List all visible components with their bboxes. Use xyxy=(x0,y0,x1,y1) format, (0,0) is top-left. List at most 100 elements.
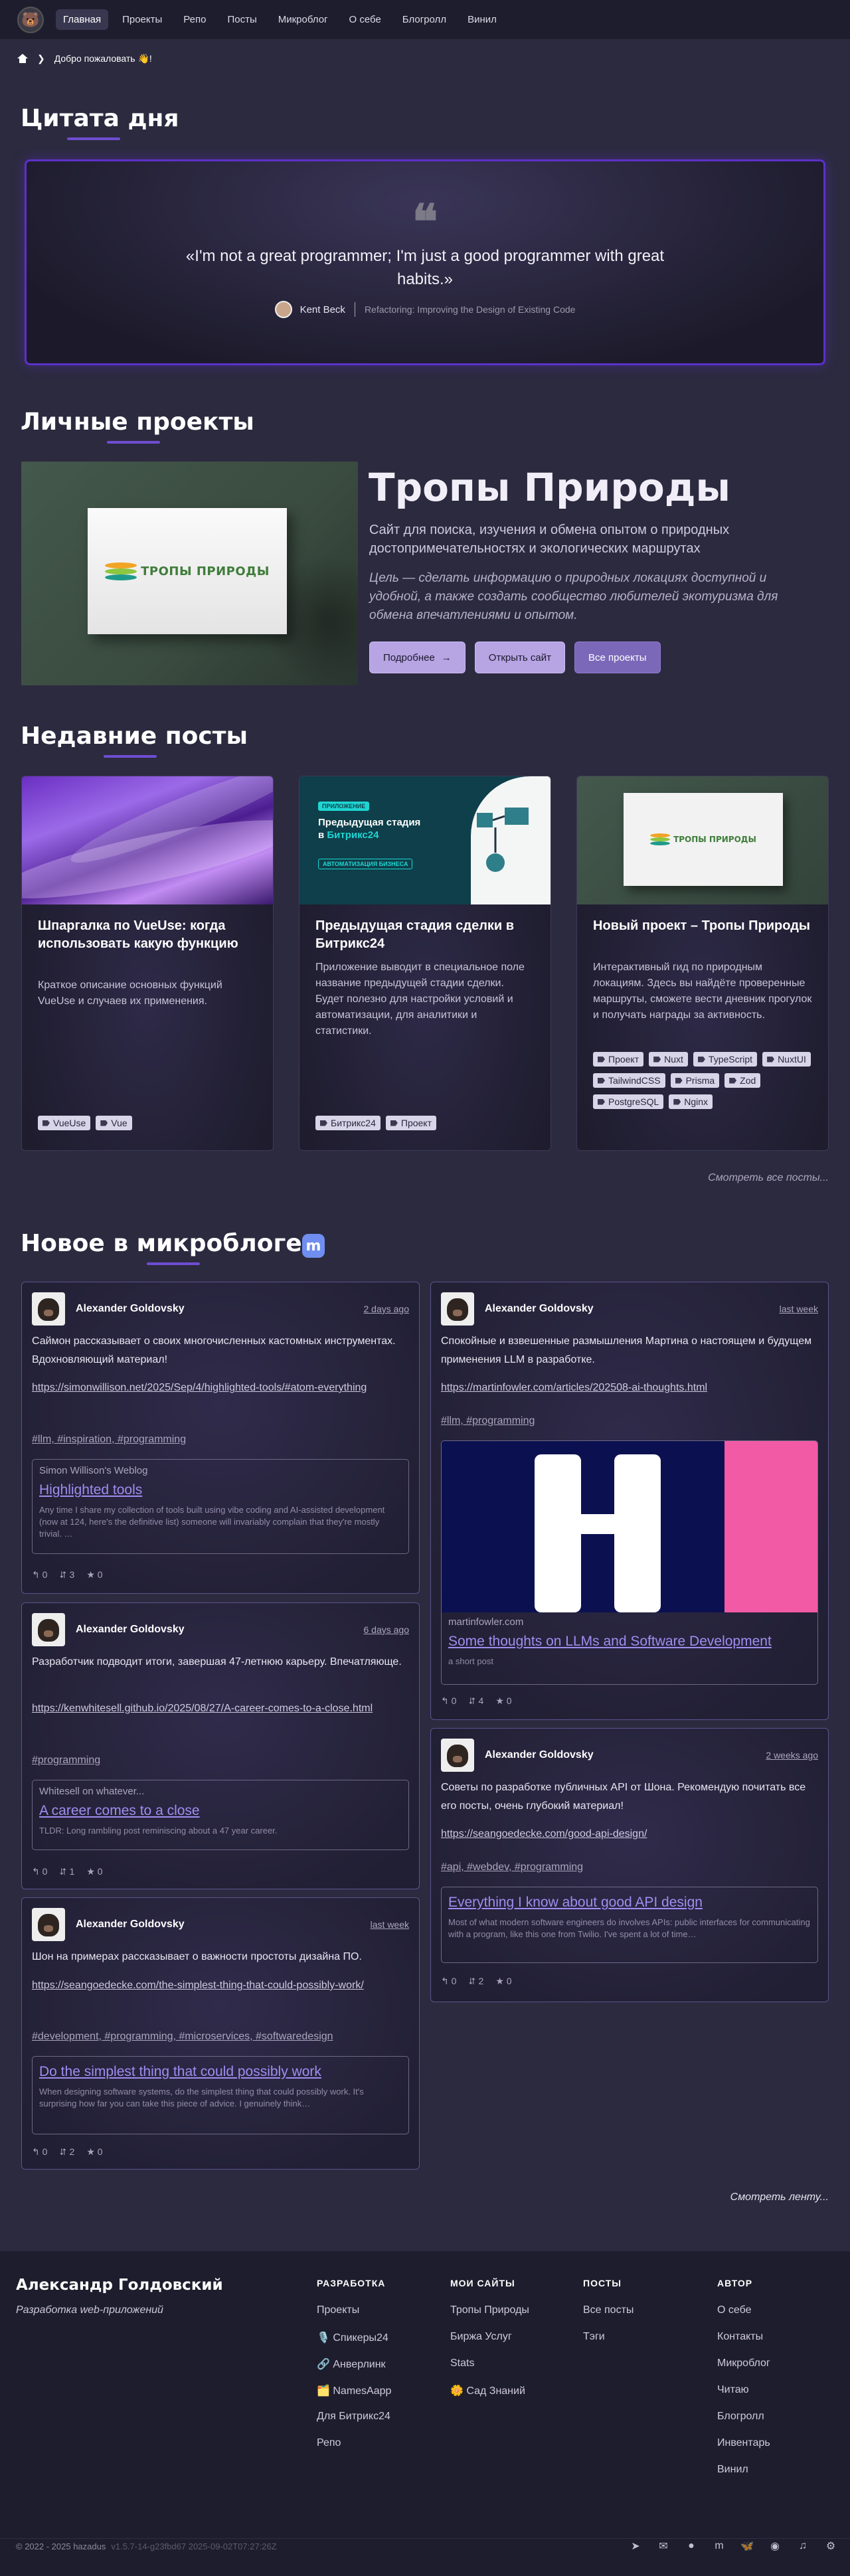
toot-link[interactable]: https://seangoedecke.com/good-api-design… xyxy=(441,1825,818,1844)
footer-link[interactable]: Блогролл xyxy=(717,2411,770,2437)
link-preview-card[interactable]: Simon Willison's Weblog Highlighted tool… xyxy=(32,1459,409,1554)
star-icon[interactable]: ★ 0 xyxy=(495,1695,511,1707)
avatar[interactable] xyxy=(32,1613,65,1646)
star-icon[interactable]: ★ 0 xyxy=(86,2146,102,2158)
avatar[interactable] xyxy=(32,1908,65,1941)
avatar[interactable] xyxy=(441,1739,474,1772)
preview-title[interactable]: Everything I know about good API design xyxy=(448,1894,811,1911)
toot-date[interactable]: 6 days ago xyxy=(364,1624,410,1635)
nav-item-about[interactable]: О себе xyxy=(342,9,388,30)
nav-item-projects[interactable]: Проекты xyxy=(115,9,169,30)
link-preview-card[interactable]: martinfowler.com Some thoughts on LLMs a… xyxy=(441,1440,818,1685)
preview-title[interactable]: Highlighted tools xyxy=(39,1482,402,1499)
tag[interactable]: TailwindCSS xyxy=(593,1073,665,1088)
tag[interactable]: NuxtUI xyxy=(762,1052,811,1067)
nav-item-home[interactable]: Главная xyxy=(56,9,109,30)
footer-link[interactable]: 🗂️ NamesAapp xyxy=(317,2384,391,2411)
toot-date[interactable]: last week xyxy=(371,1919,409,1930)
footer-link[interactable]: 🌼 Сад Знаний xyxy=(450,2384,529,2411)
footer-link[interactable]: Все посты xyxy=(583,2304,634,2331)
preview-title[interactable]: A career comes to a close xyxy=(39,1802,402,1820)
nav-item-posts[interactable]: Посты xyxy=(220,9,264,30)
site-logo-avatar[interactable]: 🐻 xyxy=(17,6,44,33)
footer-link[interactable]: Контакты xyxy=(717,2331,770,2358)
post-card[interactable]: ТРОПЫ ПРИРОДЫ Новый проект – Тропы Приро… xyxy=(576,776,829,1151)
tag[interactable]: Битрикс24 xyxy=(315,1116,381,1130)
star-icon[interactable]: ★ 0 xyxy=(86,1569,102,1581)
project-image[interactable]: ТРОПЫ ПРИРОДЫ xyxy=(21,462,358,685)
project-title[interactable]: Тропы Природы xyxy=(369,465,730,510)
toot-date[interactable]: 2 weeks ago xyxy=(766,1750,818,1760)
tag[interactable]: Проект xyxy=(593,1052,644,1067)
toot-author[interactable]: Alexander Goldovsky xyxy=(76,1624,364,1636)
tag[interactable]: Nuxt xyxy=(649,1052,688,1067)
reply-icon[interactable]: ↰ 0 xyxy=(441,1695,456,1707)
boost-icon[interactable]: ⮃ 2 xyxy=(59,2146,74,2158)
nav-item-microblog[interactable]: Микроблог xyxy=(271,9,335,30)
toot-author[interactable]: Alexander Goldovsky xyxy=(76,1303,364,1315)
nav-item-repos[interactable]: Репо xyxy=(176,9,213,30)
footer-link[interactable]: 🔗 Анверлинк xyxy=(317,2358,391,2384)
footer-link[interactable]: Для Битрикс24 xyxy=(317,2411,391,2437)
more-feed-link[interactable]: Смотреть ленту... xyxy=(730,2191,829,2203)
footer-link[interactable]: Проекты xyxy=(317,2304,391,2331)
star-icon[interactable]: ★ 0 xyxy=(495,1976,511,1987)
boost-icon[interactable]: ⮃ 1 xyxy=(59,1866,74,1877)
post-title[interactable]: Предыдущая стадия сделки в Битрикс24 xyxy=(315,917,535,953)
rss-icon[interactable]: ◉ xyxy=(766,2537,784,2555)
tag[interactable]: Vue xyxy=(96,1116,132,1130)
toot-link[interactable]: https://martinfowler.com/articles/202508… xyxy=(441,1379,818,1397)
all-projects-button[interactable]: Все проекты xyxy=(574,642,661,673)
boost-icon[interactable]: ⮃ 2 xyxy=(468,1976,483,1987)
footer-link[interactable]: 🎙️ Спикеры24 xyxy=(317,2331,391,2358)
more-posts-link[interactable]: Смотреть все посты... xyxy=(708,1172,829,1184)
reply-icon[interactable]: ↰ 0 xyxy=(32,2146,47,2158)
footer-link[interactable]: Тэги xyxy=(583,2331,634,2358)
post-card[interactable]: Шпаргалка по VueUse: когда использовать … xyxy=(21,776,274,1151)
toot-link[interactable]: https://kenwhitesell.github.io/2025/08/2… xyxy=(32,1699,409,1718)
toot-tags[interactable]: #llm, #inspiration, #programming xyxy=(32,1434,409,1446)
toot-link[interactable]: https://simonwillison.net/2025/Sep/4/hig… xyxy=(32,1379,409,1397)
details-button[interactable]: Подробнее → xyxy=(369,642,466,673)
tag[interactable]: Nginx xyxy=(669,1094,713,1109)
toot-link[interactable]: https://seangoedecke.com/the-simplest-th… xyxy=(32,1976,409,1995)
footer-link[interactable]: Инвентарь xyxy=(717,2437,770,2464)
link-preview-card[interactable]: Do the simplest thing that could possibl… xyxy=(32,2056,409,2134)
tag[interactable]: PostgreSQL xyxy=(593,1094,664,1109)
nav-item-blogroll[interactable]: Блогролл xyxy=(395,9,454,30)
avatar[interactable] xyxy=(32,1292,65,1326)
footer-link[interactable]: Микроблог xyxy=(717,2358,770,2384)
footer-link[interactable]: Читаю xyxy=(717,2384,770,2411)
github-icon[interactable]: ● xyxy=(683,2537,700,2555)
avatar[interactable] xyxy=(441,1292,474,1326)
steam-icon[interactable]: ⚙ xyxy=(822,2537,839,2555)
link-preview-card[interactable]: Everything I know about good API design … xyxy=(441,1887,818,1963)
tag[interactable]: Zod xyxy=(724,1073,761,1088)
preview-title[interactable]: Some thoughts on LLMs and Software Devel… xyxy=(448,1633,811,1650)
home-icon[interactable] xyxy=(17,54,28,63)
bluesky-icon[interactable]: 🦋 xyxy=(738,2537,756,2555)
link-preview-card[interactable]: Whitesell on whatever... A career comes … xyxy=(32,1780,409,1850)
tag[interactable]: Проект xyxy=(385,1116,437,1130)
toot-author[interactable]: Alexander Goldovsky xyxy=(485,1749,766,1761)
star-icon[interactable]: ★ 0 xyxy=(86,1866,102,1877)
footer-link[interactable]: Винил xyxy=(717,2464,770,2490)
post-title[interactable]: Новый проект – Тропы Природы xyxy=(593,917,812,935)
footer-link[interactable]: Тропы Природы xyxy=(450,2304,529,2331)
mastodon-icon[interactable]: m xyxy=(711,2537,728,2555)
post-card[interactable]: ПРИЛОЖЕНИЕ Предыдущая стадия в Битрикс24 … xyxy=(299,776,551,1151)
open-site-button[interactable]: Открыть сайт xyxy=(474,642,565,673)
tag[interactable]: Prisma xyxy=(670,1073,720,1088)
toot-tags[interactable]: #programming xyxy=(32,1755,409,1766)
toot-date[interactable]: 2 days ago xyxy=(364,1304,410,1314)
toot-tags[interactable]: #llm, #programming xyxy=(441,1415,818,1427)
footer-link[interactable]: Репо xyxy=(317,2437,391,2464)
mastodon-icon[interactable]: m xyxy=(302,1234,325,1258)
reply-icon[interactable]: ↰ 0 xyxy=(32,1866,47,1877)
preview-title[interactable]: Do the simplest thing that could possibl… xyxy=(39,2063,402,2081)
toot-author[interactable]: Alexander Goldovsky xyxy=(76,1919,371,1931)
footer-link[interactable]: Биржа Услуг xyxy=(450,2331,529,2358)
tag[interactable]: TypeScript xyxy=(693,1052,758,1067)
tag[interactable]: VueUse xyxy=(38,1116,91,1130)
post-title[interactable]: Шпаргалка по VueUse: когда использовать … xyxy=(38,917,257,953)
